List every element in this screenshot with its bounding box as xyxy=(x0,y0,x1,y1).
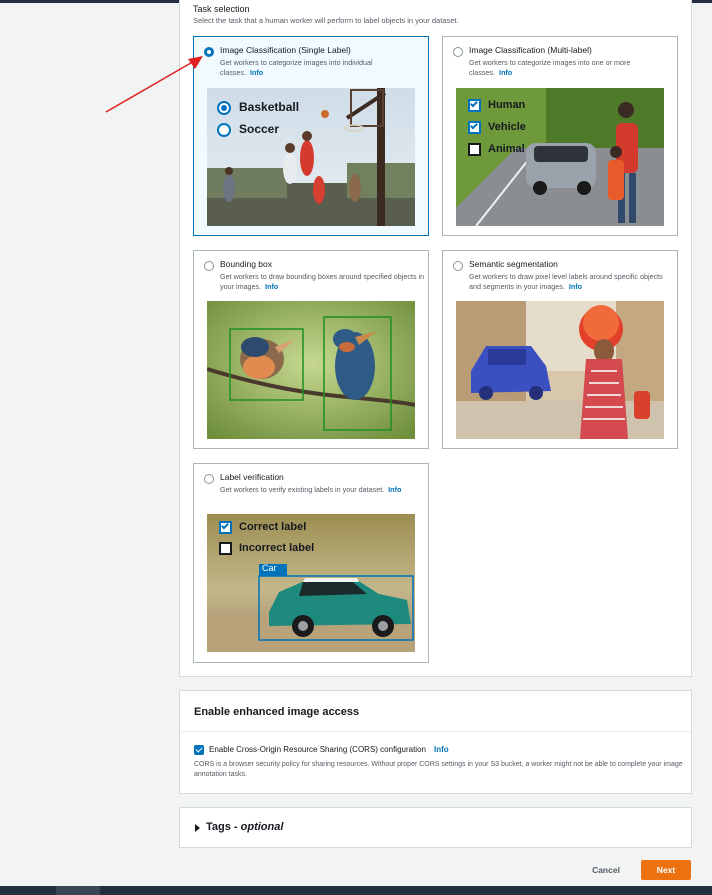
info-link[interactable]: Info xyxy=(265,282,278,291)
annotation-arrow-icon xyxy=(105,56,203,113)
info-link[interactable]: Info xyxy=(388,485,401,494)
card-title: Image Classification (Multi-label) xyxy=(469,45,592,55)
caret-right-icon xyxy=(195,824,200,832)
cors-info-link[interactable]: Info xyxy=(434,745,449,754)
info-link[interactable]: Info xyxy=(499,68,512,77)
street-segmentation-image xyxy=(456,301,664,439)
section-title: Task selection xyxy=(193,4,250,14)
info-link[interactable]: Info xyxy=(250,68,263,77)
tags-label: Tags - optional xyxy=(206,821,284,833)
animal-checkbox-icon xyxy=(468,143,481,156)
enhanced-image-access-panel: Enable enhanced image access Enable Cros… xyxy=(179,690,692,794)
car-tag-label: Car xyxy=(262,563,277,573)
cors-description: CORS is a browser security policy for sh… xyxy=(194,761,683,778)
car-image: Correct label Incorrect label Car xyxy=(207,514,415,652)
card-description: Get workers to draw pixel level labels a… xyxy=(469,272,663,291)
cors-checkbox[interactable] xyxy=(194,745,204,755)
radio-semantic-segmentation[interactable] xyxy=(453,261,463,271)
incorrect-checkbox-icon xyxy=(219,542,232,555)
card-description: Get workers to categorize images into on… xyxy=(469,58,631,77)
card-title: Label verification xyxy=(220,472,284,482)
radio-label-verification[interactable] xyxy=(204,474,214,484)
soccer-label: Soccer xyxy=(239,122,280,136)
enhanced-access-heading: Enable enhanced image access xyxy=(194,706,360,718)
card-title: Semantic segmentation xyxy=(469,259,558,269)
info-link[interactable]: Info xyxy=(569,282,582,291)
card-title: Bounding box xyxy=(220,259,272,269)
divider xyxy=(180,731,691,732)
card-description: Get workers to categorize images into in… xyxy=(220,58,373,77)
card-description: Get workers to verify existing labels in… xyxy=(220,485,402,494)
card-description: Get workers to draw bounding boxes aroun… xyxy=(220,272,425,291)
bottom-bar xyxy=(0,886,712,895)
correct-checkbox-icon xyxy=(219,521,232,534)
basketball-radio-icon xyxy=(217,101,231,115)
cors-checkbox-label: Enable Cross-Origin Resource Sharing (CO… xyxy=(209,745,449,754)
task-card-image-classification-single[interactable]: Image Classification (Single Label) Get … xyxy=(193,36,429,236)
animal-label: Animal xyxy=(488,143,525,155)
card-title: Image Classification (Single Label) xyxy=(220,45,351,55)
next-button[interactable]: Next xyxy=(641,860,691,880)
radio-multi-label[interactable] xyxy=(453,47,463,57)
task-card-image-classification-multi[interactable]: Image Classification (Multi-label) Get w… xyxy=(442,36,678,236)
cancel-button[interactable]: Cancel xyxy=(580,860,632,880)
correct-label: Correct label xyxy=(239,521,307,533)
basketball-image: Basketball Soccer xyxy=(207,88,415,226)
human-checkbox-icon xyxy=(468,99,481,112)
street-image: Human Vehicle Animal xyxy=(456,88,664,226)
section-description: Select the task that a human worker will… xyxy=(193,16,459,25)
tags-expander[interactable]: Tags - optional xyxy=(179,807,692,848)
task-card-label-verification[interactable]: Label verification Get workers to verify… xyxy=(193,463,429,663)
task-card-semantic-segmentation[interactable]: Semantic segmentation Get workers to dra… xyxy=(442,250,678,449)
birds-image xyxy=(207,301,415,439)
soccer-radio-icon xyxy=(217,123,231,137)
task-card-bounding-box[interactable]: Bounding box Get workers to draw boundin… xyxy=(193,250,429,449)
basketball-label: Basketball xyxy=(239,100,300,114)
vehicle-label: Vehicle xyxy=(488,121,526,133)
incorrect-label: Incorrect label xyxy=(239,542,315,554)
vehicle-checkbox-icon xyxy=(468,121,481,134)
radio-bounding-box[interactable] xyxy=(204,261,214,271)
human-label: Human xyxy=(488,99,526,111)
